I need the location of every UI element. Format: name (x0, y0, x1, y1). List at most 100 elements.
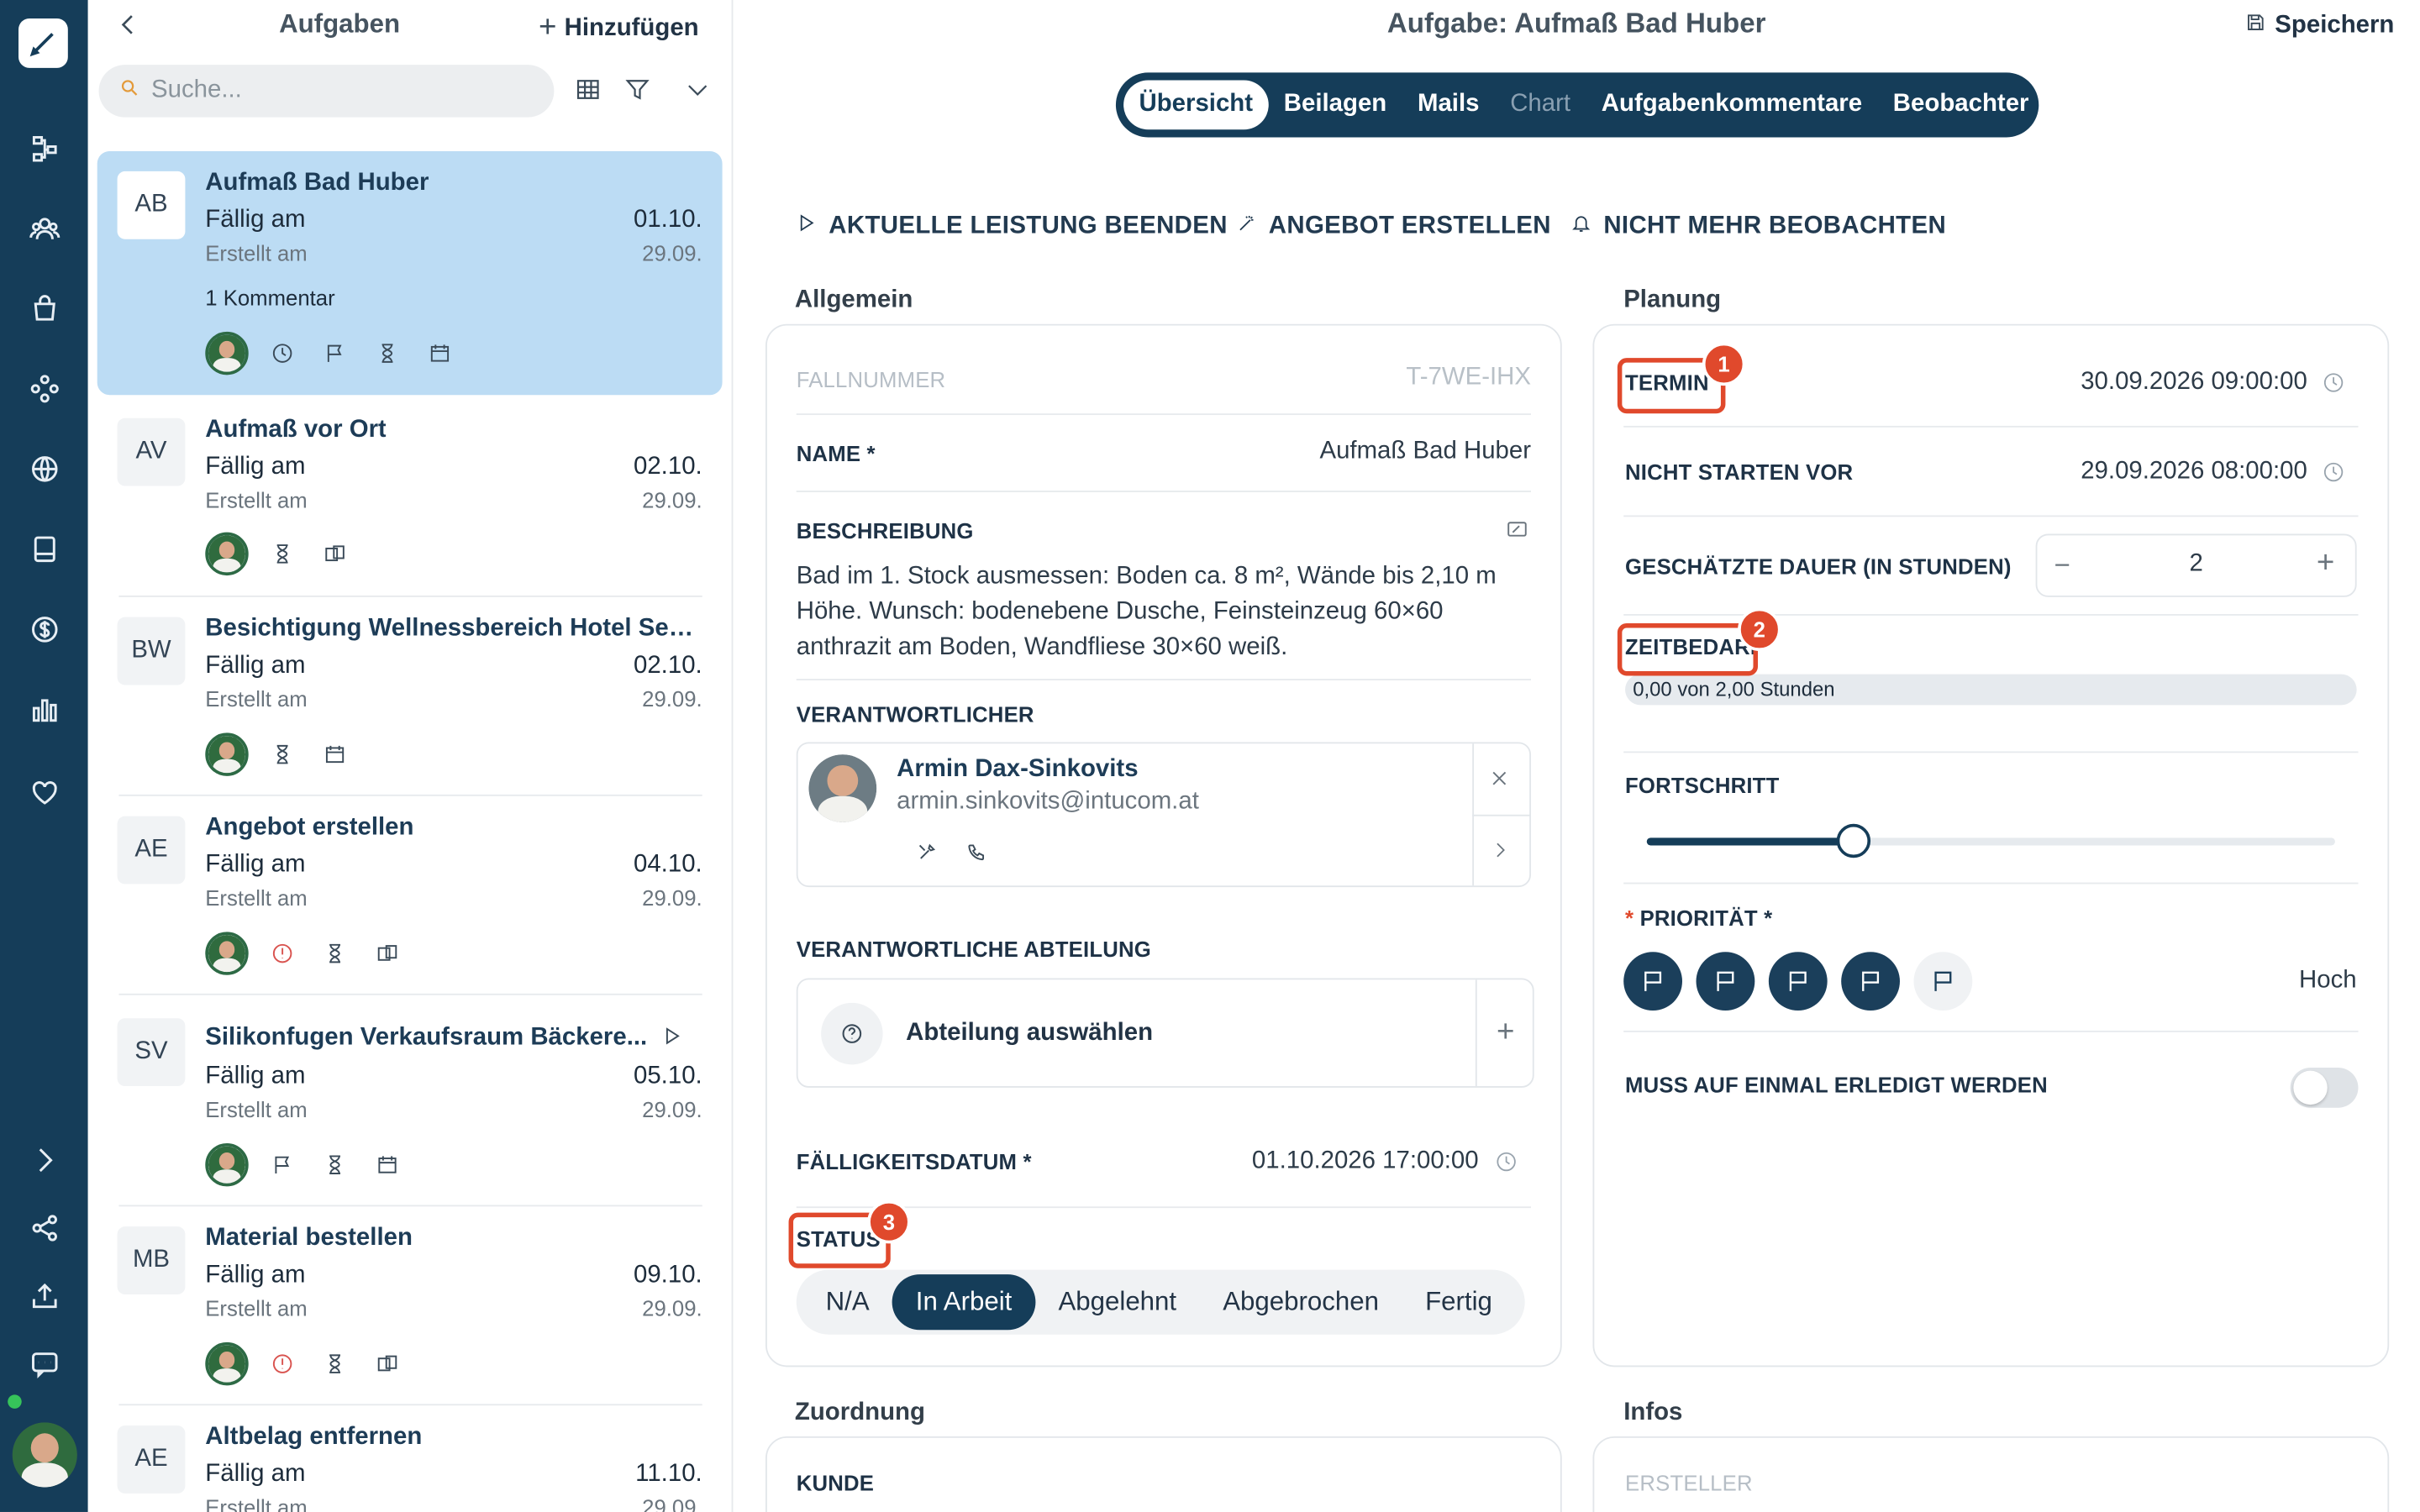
abteilung-select[interactable]: Abteilung auswählen + (796, 978, 1534, 1088)
tab-beilagen[interactable]: Beilagen (1268, 81, 1402, 130)
bell-icon (1571, 213, 1591, 240)
created-label: Erstellt am (205, 1494, 308, 1512)
search-box[interactable] (98, 65, 555, 118)
dauer-stepper[interactable]: − 2 + (2035, 533, 2357, 597)
add-department-plus-icon[interactable]: + (1475, 979, 1534, 1087)
status-option-na[interactable]: N/A (802, 1274, 892, 1330)
save-label: Speichern (2275, 12, 2395, 39)
status-option-in-arbeit[interactable]: In Arbeit (892, 1274, 1035, 1331)
save-button[interactable]: Speichern (2245, 13, 2394, 40)
table-view-icon[interactable] (576, 77, 607, 105)
phone-icon[interactable] (966, 843, 986, 870)
add-task-button[interactable]: + Hinzufügen (539, 11, 699, 46)
shopping-bag-icon[interactable] (0, 287, 88, 330)
person-avatar (808, 754, 877, 822)
edit-text-icon[interactable] (1507, 518, 1528, 548)
due-date: 11.10. (635, 1461, 702, 1488)
expand-chevron-icon[interactable] (0, 1138, 88, 1181)
app-logo-icon[interactable] (18, 18, 68, 68)
tab-aufgabenkommentare[interactable]: Aufgabenkommentare (1586, 81, 1877, 130)
dauer-value[interactable]: 2 (2037, 551, 2354, 579)
filter-icon[interactable] (625, 77, 656, 105)
chevron-down-icon[interactable] (685, 77, 716, 105)
person-email: armin.sinkovits@intucom.at (897, 788, 1199, 815)
status-option-abgebrochen[interactable]: Abgebrochen (1200, 1274, 1402, 1330)
tools-icon[interactable] (917, 843, 937, 870)
upload-icon[interactable] (0, 1274, 88, 1317)
slider-thumb[interactable] (1836, 823, 1870, 858)
due-date: 09.10. (633, 1262, 702, 1289)
network-icon[interactable] (0, 367, 88, 410)
task-item[interactable]: AE Altbelag entfernen Fällig am 11.10. E… (97, 1405, 723, 1512)
dauer-label: GESCHÄTZTE DAUER (IN STUNDEN) (1625, 554, 2012, 579)
due-label: Fällig am (205, 652, 306, 680)
clock-icon[interactable] (2323, 372, 2344, 402)
faelligkeit-input[interactable]: 01.10.2026 17:00:00 (1142, 1148, 1479, 1176)
status-option-abgelehnt[interactable]: Abgelehnt (1035, 1274, 1200, 1330)
clock-icon[interactable] (1496, 1151, 1518, 1180)
created-label: Erstellt am (205, 487, 308, 512)
heart-icon[interactable] (0, 771, 88, 814)
tab-beobachter[interactable]: Beobachter (1877, 81, 2044, 130)
remove-person-icon[interactable] (1489, 769, 1509, 796)
dollar-icon[interactable] (0, 608, 88, 651)
share-icon[interactable] (0, 1206, 88, 1249)
task-item[interactable]: BW Besichtigung Wellnessbereich Hotel Se… (97, 597, 723, 796)
tab-mails[interactable]: Mails (1402, 81, 1495, 130)
section-title-zuordnung: Zuordnung (794, 1399, 925, 1426)
priority-flag-5[interactable] (1913, 952, 1973, 1011)
task-item[interactable]: AB Aufmaß Bad Huber Fällig am 01.10. Ers… (97, 150, 723, 396)
callout-badge-1: 1 (1702, 342, 1746, 386)
beschreibung-label: BESCHREIBUNG (796, 518, 974, 543)
flag-icon (264, 1147, 301, 1184)
search-input[interactable] (150, 76, 522, 105)
task-item[interactable]: AV Aufmaß vor Ort Fällig am 02.10. Erste… (97, 398, 723, 597)
workflow-icon[interactable] (0, 127, 88, 170)
tab-bar: Übersicht Beilagen Mails Chart Aufgabenk… (1115, 72, 2039, 138)
alert-icon (264, 1346, 301, 1383)
nicht-starten-input[interactable]: 29.09.2026 08:00:00 (2007, 458, 2307, 486)
calendar-icon (421, 335, 458, 372)
team-icon[interactable] (0, 207, 88, 249)
task-initials: BW (117, 617, 186, 685)
task-item[interactable]: SV Silikonfugen Verkaufsraum Bäckere... … (97, 995, 723, 1207)
tab-uebersicht[interactable]: Übersicht (1123, 80, 1269, 130)
task-item[interactable]: MB Material bestellen Fällig am 09.10. E… (97, 1206, 723, 1406)
create-offer-button[interactable]: ANGEBOT ERSTELLEN (1236, 213, 1551, 240)
task-item[interactable]: AE Angebot erstellen Fällig am 04.10. Er… (97, 796, 723, 995)
play-icon (797, 213, 817, 240)
plus-icon[interactable]: + (2317, 546, 2334, 581)
play-icon[interactable] (662, 1026, 682, 1053)
clock-icon[interactable] (2323, 461, 2344, 491)
document-icon[interactable] (0, 528, 88, 570)
priority-flag-4[interactable] (1841, 952, 1900, 1011)
statistics-icon[interactable] (0, 688, 88, 731)
user-avatar[interactable] (12, 1422, 77, 1488)
beschreibung-textarea[interactable]: Bad im 1. Stock ausmessen: Boden ca. 8 m… (797, 559, 1531, 665)
priority-flag-2[interactable] (1696, 952, 1755, 1011)
unwatch-button[interactable]: NICHT MEHR BEOBACHTEN (1571, 213, 1946, 240)
termin-input[interactable]: 30.09.2026 09:00:00 (2007, 369, 2307, 396)
hourglass-icon (264, 535, 301, 572)
fortschritt-slider[interactable] (1646, 823, 2335, 858)
created-label: Erstellt am (205, 240, 308, 265)
zeitbedarf-progress-bar: 0,00 von 2,00 Stunden (1625, 674, 2357, 706)
cards-icon (369, 1346, 406, 1383)
chevron-right-icon[interactable] (1491, 839, 1509, 867)
due-date: 01.10. (633, 207, 702, 234)
task-initials: AB (117, 171, 186, 239)
name-input[interactable]: Aufmaß Bad Huber (1081, 438, 1531, 466)
status-option-fertig[interactable]: Fertig (1402, 1274, 1516, 1330)
tab-chart[interactable]: Chart (1495, 81, 1586, 130)
chat-icon[interactable] (0, 1342, 88, 1385)
task-title: Altbelag entfernen (205, 1424, 423, 1451)
globe-icon[interactable] (0, 448, 88, 491)
due-date: 04.10. (633, 851, 702, 879)
created-date: 29.09. (642, 1096, 702, 1122)
muss-einmal-toggle[interactable] (2290, 1067, 2359, 1108)
priority-flag-3[interactable] (1768, 952, 1828, 1011)
end-service-button[interactable]: AKTUELLE LEISTUNG BEENDEN (797, 213, 1228, 240)
fortschritt-label: FORTSCHRITT (1625, 773, 1780, 798)
priority-flag-1[interactable] (1623, 952, 1683, 1011)
magic-wand-icon (1236, 213, 1256, 240)
